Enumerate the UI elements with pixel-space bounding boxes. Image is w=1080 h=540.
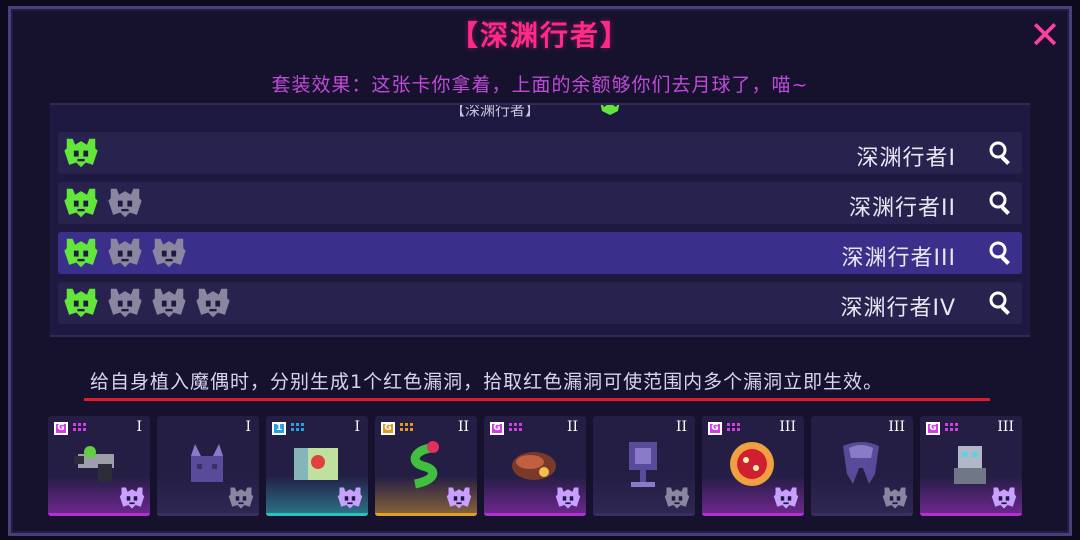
rarity-line bbox=[484, 513, 586, 516]
rank-dots-icon bbox=[945, 423, 958, 431]
rarity-line bbox=[702, 513, 804, 516]
abyss-set-icon bbox=[228, 487, 254, 509]
tier-name: 深渊行者II bbox=[849, 196, 956, 221]
tier-name: 深渊行者III bbox=[841, 246, 956, 271]
abyss-set-icon bbox=[664, 487, 690, 509]
item-tier: II bbox=[566, 419, 578, 435]
abyss-set-icon bbox=[119, 487, 145, 509]
quality-badge: G bbox=[54, 422, 68, 435]
tier-icons bbox=[62, 134, 100, 172]
rank-dots-icon bbox=[73, 423, 86, 431]
rarity-line bbox=[48, 513, 150, 516]
item-tier: I bbox=[354, 419, 360, 435]
rarity-line bbox=[920, 513, 1022, 516]
tier-name: 深渊行者I bbox=[856, 146, 956, 171]
tier-row[interactable]: 深渊行者III bbox=[58, 232, 1022, 274]
item-tier: II bbox=[675, 419, 687, 435]
search-icon[interactable] bbox=[988, 140, 1014, 166]
abyss-active-icon bbox=[64, 138, 98, 168]
abyss-set-icon bbox=[555, 487, 581, 509]
quality-badge: 1 bbox=[272, 422, 286, 435]
rank-dots-icon bbox=[509, 423, 522, 431]
tier-row[interactable]: 深渊行者I bbox=[58, 132, 1022, 174]
effect-description: 给自身植入魔偶时，分别生成1个红色漏洞，拾取红色漏洞可使范围内多个漏洞立即生效。 bbox=[90, 371, 884, 393]
abyss-set-icon bbox=[337, 487, 363, 509]
abyss-inactive-icon bbox=[108, 188, 142, 218]
item-card[interactable]: GI bbox=[48, 416, 150, 516]
set-tier-list: 【深渊行者】 深渊行者I 深渊行者II 深渊行者III 深渊行者IV bbox=[50, 103, 1030, 337]
quality-badge: G bbox=[926, 422, 940, 435]
set-title: 【深渊行者】 bbox=[449, 19, 630, 52]
item-tier: III bbox=[779, 419, 796, 435]
search-icon[interactable] bbox=[988, 240, 1014, 266]
close-button[interactable]: ✕ bbox=[1026, 16, 1064, 54]
rarity-line bbox=[811, 513, 913, 516]
abyss-set-icon bbox=[882, 487, 908, 509]
item-tier: I bbox=[245, 419, 251, 435]
rank-dots-icon bbox=[727, 423, 740, 431]
tier-icons bbox=[62, 234, 188, 272]
abyss-icon bbox=[600, 105, 620, 115]
item-tier: II bbox=[457, 419, 469, 435]
item-tier: III bbox=[888, 419, 905, 435]
abyss-active-icon bbox=[64, 238, 98, 268]
highlight-underline bbox=[84, 398, 990, 401]
quality-badge: G bbox=[381, 422, 395, 435]
rank-dots-icon bbox=[400, 423, 413, 431]
abyss-inactive-icon bbox=[108, 288, 142, 318]
abyss-inactive-icon bbox=[108, 238, 142, 268]
tier-name: 深渊行者IV bbox=[840, 296, 956, 321]
item-card[interactable]: G II bbox=[375, 416, 477, 516]
abyss-set-icon bbox=[773, 487, 799, 509]
item-tier: I bbox=[136, 419, 142, 435]
item-card[interactable]: G II bbox=[484, 416, 586, 516]
abyss-set-icon bbox=[446, 487, 472, 509]
item-card[interactable]: G III bbox=[702, 416, 804, 516]
set-bonus-text: 套装效果：这张卡你拿着，上面的余额够你们去月球了，喵~ bbox=[271, 74, 809, 96]
item-card[interactable]: II bbox=[593, 416, 695, 516]
quality-badge: G bbox=[490, 422, 504, 435]
search-icon[interactable] bbox=[988, 190, 1014, 216]
item-card[interactable]: I bbox=[157, 416, 259, 516]
abyss-inactive-icon bbox=[152, 288, 186, 318]
item-card[interactable]: III bbox=[811, 416, 913, 516]
item-card[interactable]: 1I bbox=[266, 416, 368, 516]
tier-row[interactable]: 深渊行者II bbox=[58, 182, 1022, 224]
item-tier: III bbox=[997, 419, 1014, 435]
abyss-set-icon bbox=[991, 487, 1017, 509]
quality-badge: G bbox=[708, 422, 722, 435]
rarity-line bbox=[157, 513, 259, 516]
abyss-inactive-icon bbox=[196, 288, 230, 318]
rarity-line bbox=[266, 513, 368, 516]
abyss-inactive-icon bbox=[152, 238, 186, 268]
abyss-active-icon bbox=[64, 288, 98, 318]
tier-row[interactable]: 深渊行者IV bbox=[58, 282, 1022, 324]
rank-dots-icon bbox=[291, 423, 304, 431]
search-icon[interactable] bbox=[988, 290, 1014, 316]
rarity-line bbox=[375, 513, 477, 516]
tier-icons bbox=[62, 284, 232, 322]
item-strip: G I I 1 I G II G II II G III III G III bbox=[48, 416, 1080, 518]
item-card[interactable]: G III bbox=[920, 416, 1022, 516]
rarity-line bbox=[593, 513, 695, 516]
tier-icons bbox=[62, 184, 144, 222]
list-header: 【深渊行者】 bbox=[450, 103, 541, 119]
abyss-active-icon bbox=[64, 188, 98, 218]
